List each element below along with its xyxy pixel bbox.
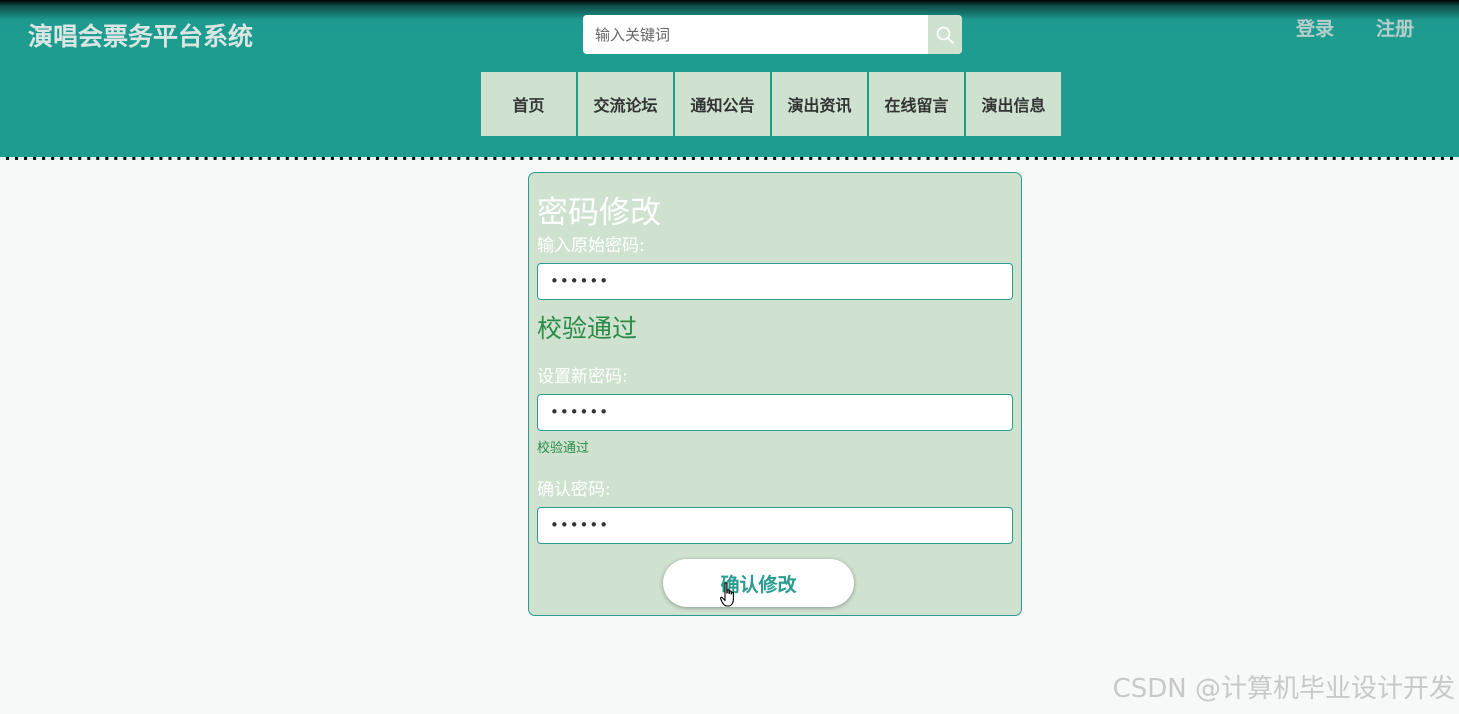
nav-item-message[interactable]: 在线留言 — [869, 72, 964, 136]
search-input[interactable] — [583, 15, 923, 54]
confirm-password-label: 确认密码: — [537, 480, 611, 500]
watermark: CSDN @计算机毕业设计开发 — [1112, 674, 1455, 704]
search-box — [583, 15, 962, 54]
new-password-status: 校验通过 — [537, 441, 590, 456]
search-icon — [936, 26, 954, 44]
new-password-field[interactable]: •••••• — [537, 394, 1013, 431]
old-password-field[interactable]: •••••• — [537, 263, 1013, 300]
nav-item-forum[interactable]: 交流论坛 — [578, 72, 673, 136]
login-link[interactable]: 登录 — [1296, 14, 1334, 41]
register-link[interactable]: 注册 — [1376, 14, 1414, 41]
old-password-label: 输入原始密码: — [537, 236, 645, 256]
confirm-password-field[interactable]: •••••• — [537, 507, 1013, 544]
nav-item-notice[interactable]: 通知公告 — [675, 72, 770, 136]
confirm-change-button[interactable]: 确认修改 — [663, 559, 854, 607]
site-title: 演唱会票务平台系统 — [28, 22, 254, 51]
card-title: 密码修改 — [537, 195, 661, 231]
nav-item-shows[interactable]: 演出信息 — [966, 72, 1061, 136]
password-change-card: 密码修改 输入原始密码: •••••• 校验通过 设置新密码: •••••• 校… — [528, 172, 1022, 616]
main-nav: 首页 交流论坛 通知公告 演出资讯 在线留言 演出信息 — [481, 72, 1063, 136]
old-password-status: 校验通过 — [537, 314, 638, 343]
nav-item-home[interactable]: 首页 — [481, 72, 576, 136]
hand-pointer-icon — [720, 582, 734, 607]
search-button[interactable] — [928, 15, 962, 54]
site-header: 演唱会票务平台系统 登录 注册 首页 交流论坛 通知公告 演出资讯 在线留言 演… — [0, 0, 1459, 160]
nav-item-news[interactable]: 演出资讯 — [772, 72, 867, 136]
new-password-label: 设置新密码: — [537, 367, 628, 387]
